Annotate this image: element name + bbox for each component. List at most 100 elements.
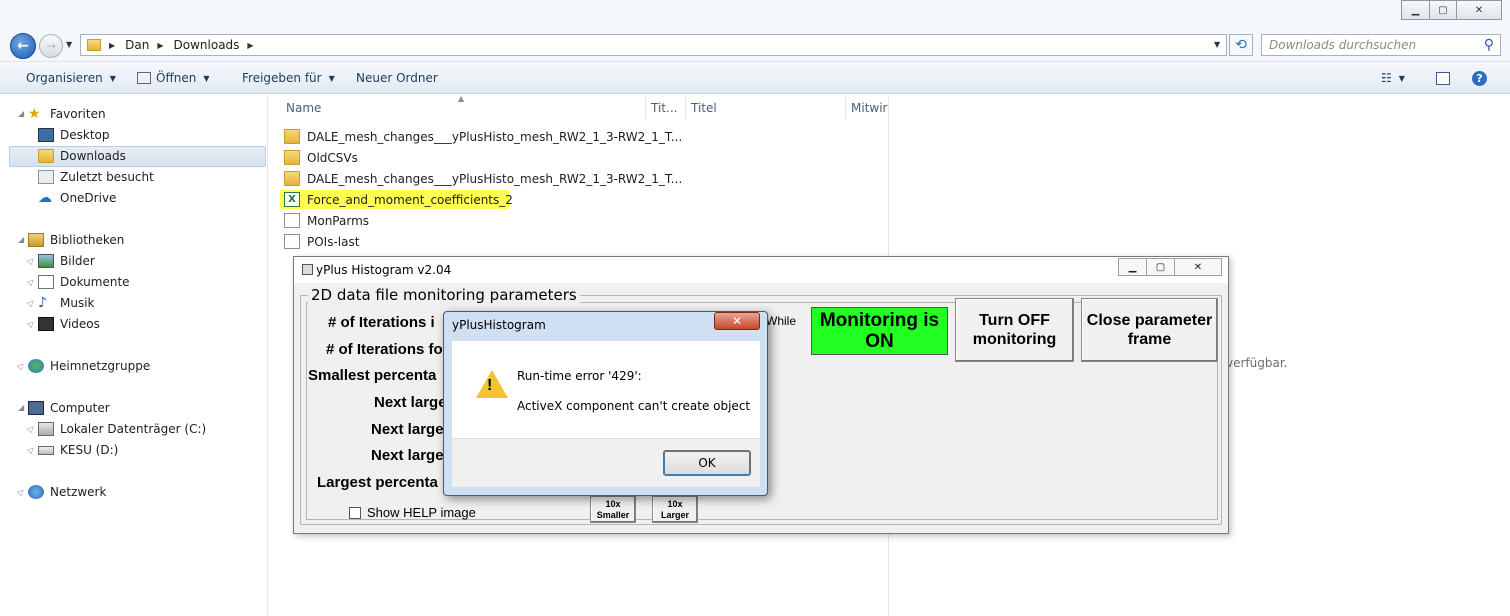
column-separator[interactable]: [845, 97, 846, 119]
file-name: DALE_mesh_changes___yPlusHisto_mesh_RW2_…: [307, 171, 683, 186]
view-options-button[interactable]: ☷ ▼: [1381, 62, 1405, 94]
nav-downloads[interactable]: Downloads: [38, 146, 126, 166]
open-label: Öffnen: [156, 71, 197, 85]
ok-button[interactable]: OK: [663, 450, 751, 476]
address-bar[interactable]: ▶ Dan ▶ Downloads ▶: [80, 34, 1227, 56]
nav-label: Computer: [50, 401, 110, 415]
file-row[interactable]: DALE_mesh_changes___yPlusHisto_mesh_RW2_…: [284, 168, 682, 189]
address-dropdown[interactable]: ▼: [1214, 40, 1220, 49]
yplus-minimize-button[interactable]: ▁: [1118, 258, 1147, 276]
close-parameter-frame-button[interactable]: Close parameter frame: [1081, 298, 1218, 362]
breadcrumb-arrow-icon[interactable]: ▶: [157, 41, 163, 50]
nav-libraries[interactable]: Bibliotheken: [28, 230, 124, 250]
open-button[interactable]: Öffnen ▼: [137, 62, 209, 94]
command-bar: [0, 62, 1510, 94]
minimize-button[interactable]: ▁: [1401, 0, 1430, 20]
share-button[interactable]: Freigeben für ▼: [242, 62, 335, 94]
maximize-button[interactable]: ▢: [1429, 0, 1457, 20]
file-name: OldCSVs: [307, 150, 358, 165]
search-input[interactable]: Downloads durchsuchen ⚲: [1261, 34, 1501, 56]
breadcrumb-arrow-icon[interactable]: ▶: [109, 41, 115, 50]
sort-ascending-icon: ▲: [458, 94, 465, 103]
recent-pages-dropdown[interactable]: ▼: [66, 40, 72, 49]
text-file-icon: [284, 213, 300, 228]
nav-label: Netzwerk: [50, 485, 107, 499]
refresh-button[interactable]: ⟲: [1229, 34, 1253, 56]
preview-pane-button[interactable]: [1436, 62, 1450, 94]
library-icon: [28, 233, 44, 247]
chevron-down-icon: ▼: [1398, 73, 1405, 83]
new-folder-button[interactable]: Neuer Ordner: [356, 62, 438, 94]
ten-x-larger-button[interactable]: 10x Larger: [652, 496, 698, 523]
param-label: # of Iterations i: [328, 314, 435, 331]
nav-homegroup[interactable]: Heimnetzgruppe: [28, 356, 150, 376]
back-arrow-icon: ←: [17, 38, 29, 54]
file-row[interactable]: POIs-last: [284, 231, 359, 252]
chevron-down-icon: ▼: [109, 73, 116, 83]
breadcrumb-dan[interactable]: Dan: [125, 38, 149, 52]
column-header-title[interactable]: Titel: [691, 97, 717, 119]
nav-documents[interactable]: Dokumente: [38, 272, 130, 292]
window-titlebar: [0, 0, 1510, 30]
param-label: Smallest percenta: [308, 367, 437, 384]
nav-label: Bilder: [60, 254, 95, 268]
nav-onedrive[interactable]: ☁ OneDrive: [38, 188, 116, 208]
file-row[interactable]: X Force_and_moment_coefficients_2: [284, 189, 513, 210]
yplus-maximize-button[interactable]: ▢: [1146, 258, 1175, 276]
column-header-contributors[interactable]: Mitwirk: [851, 97, 888, 119]
preview-pane-icon: [1436, 71, 1450, 85]
nav-network[interactable]: Netzwerk: [28, 482, 106, 502]
column-header-name[interactable]: Name: [286, 97, 321, 119]
nav-computer[interactable]: Computer: [28, 398, 110, 418]
nav-videos[interactable]: Videos: [38, 314, 100, 334]
nav-label: Favoriten: [50, 107, 106, 121]
column-header-tit[interactable]: Tit...: [651, 97, 677, 119]
nav-label: KESU (D:): [60, 443, 119, 457]
file-row[interactable]: DALE_mesh_changes___yPlusHisto_mesh_RW2_…: [284, 126, 682, 147]
organize-label: Organisieren: [26, 71, 103, 85]
dialog-close-button[interactable]: ✕: [714, 312, 760, 330]
breadcrumb-arrow-icon[interactable]: ▶: [247, 41, 253, 50]
show-help-label: Show HELP image: [367, 505, 476, 520]
ten-x-smaller-button[interactable]: 10x Smaller: [590, 496, 636, 523]
expand-icon[interactable]: ◢: [18, 235, 24, 244]
organize-button[interactable]: Organisieren ▼: [26, 62, 116, 94]
chevron-down-icon: ▼: [203, 73, 210, 83]
forward-arrow-icon: →: [45, 39, 57, 53]
nav-pictures[interactable]: Bilder: [38, 251, 95, 271]
downloads-folder-icon: [38, 149, 54, 163]
back-button[interactable]: ←: [10, 33, 36, 59]
yplus-close-button[interactable]: ✕: [1174, 258, 1222, 276]
expand-icon[interactable]: ◢: [18, 403, 24, 412]
folder-icon: [284, 150, 300, 165]
excel-file-icon: X: [284, 192, 300, 207]
nav-label: Videos: [60, 317, 100, 331]
text-file-icon: [284, 234, 300, 249]
folder-icon: [87, 39, 101, 51]
nav-label: Heimnetzgruppe: [50, 359, 151, 373]
view-icon: ☷: [1381, 71, 1392, 85]
help-button[interactable]: ?: [1472, 62, 1487, 94]
warning-exclamation-icon: !: [487, 377, 493, 394]
nav-favorites[interactable]: ★ Favoriten: [28, 104, 106, 124]
expand-icon[interactable]: ◢: [18, 109, 24, 118]
nav-local-disk[interactable]: Lokaler Datenträger (C:): [38, 419, 206, 439]
pictures-icon: [38, 254, 54, 268]
homegroup-icon: [28, 359, 44, 373]
nav-music[interactable]: ♪ Musik: [38, 293, 95, 313]
nav-recent[interactable]: Zuletzt besucht: [38, 167, 154, 187]
file-row[interactable]: OldCSVs: [284, 147, 358, 168]
param-label: Largest percenta: [317, 474, 438, 491]
forward-button[interactable]: →: [39, 34, 63, 58]
show-help-checkbox[interactable]: [349, 507, 361, 519]
column-separator[interactable]: [645, 97, 646, 119]
nav-kesu-drive[interactable]: KESU (D:): [38, 440, 118, 460]
nav-desktop[interactable]: Desktop: [38, 125, 110, 145]
column-separator[interactable]: [685, 97, 686, 119]
file-row[interactable]: MonParms: [284, 210, 369, 231]
network-icon: [28, 485, 44, 499]
turn-off-monitoring-button[interactable]: Turn OFF monitoring: [955, 298, 1074, 362]
breadcrumb-downloads[interactable]: Downloads: [174, 38, 240, 52]
close-window-button[interactable]: ✕: [1456, 0, 1502, 20]
search-icon[interactable]: ⚲: [1484, 37, 1494, 53]
